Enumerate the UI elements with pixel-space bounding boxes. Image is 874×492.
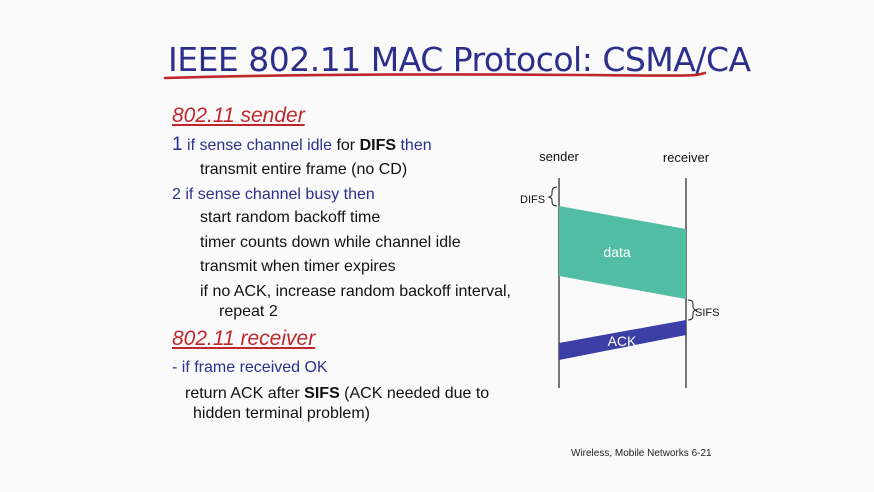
receiver-label: receiver — [663, 150, 710, 165]
sender-label: sender — [539, 149, 579, 164]
difs-brace — [547, 186, 558, 207]
footer: Wireless, Mobile Networks 6-21 — [571, 448, 712, 459]
timing-diagram: sender receiver DIFS data SIFS ACK — [520, 149, 719, 388]
ack-label: ACK — [608, 333, 637, 349]
difs-label: DIFS — [520, 194, 545, 206]
data-label: data — [603, 244, 630, 260]
slide: IEEE 802.11 MAC Protocol: CSMA/CA 802.11… — [0, 0, 874, 492]
sifs-label: SIFS — [695, 307, 719, 319]
